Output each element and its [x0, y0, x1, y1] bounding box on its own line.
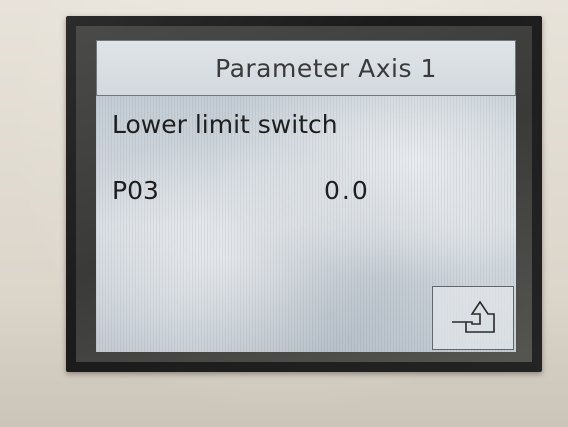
parameter-code: P03 — [112, 176, 159, 205]
return-arrow-icon — [448, 298, 498, 338]
parameter-description: Lower limit switch — [112, 110, 338, 139]
page-title: Parameter Axis 1 — [215, 53, 437, 83]
parameter-value[interactable]: 0.0 — [324, 176, 370, 205]
touch-screen: Parameter Axis 1 Lower limit switch P03 … — [96, 40, 516, 352]
title-bar: Parameter Axis 1 — [96, 40, 516, 96]
return-button[interactable] — [432, 286, 514, 350]
